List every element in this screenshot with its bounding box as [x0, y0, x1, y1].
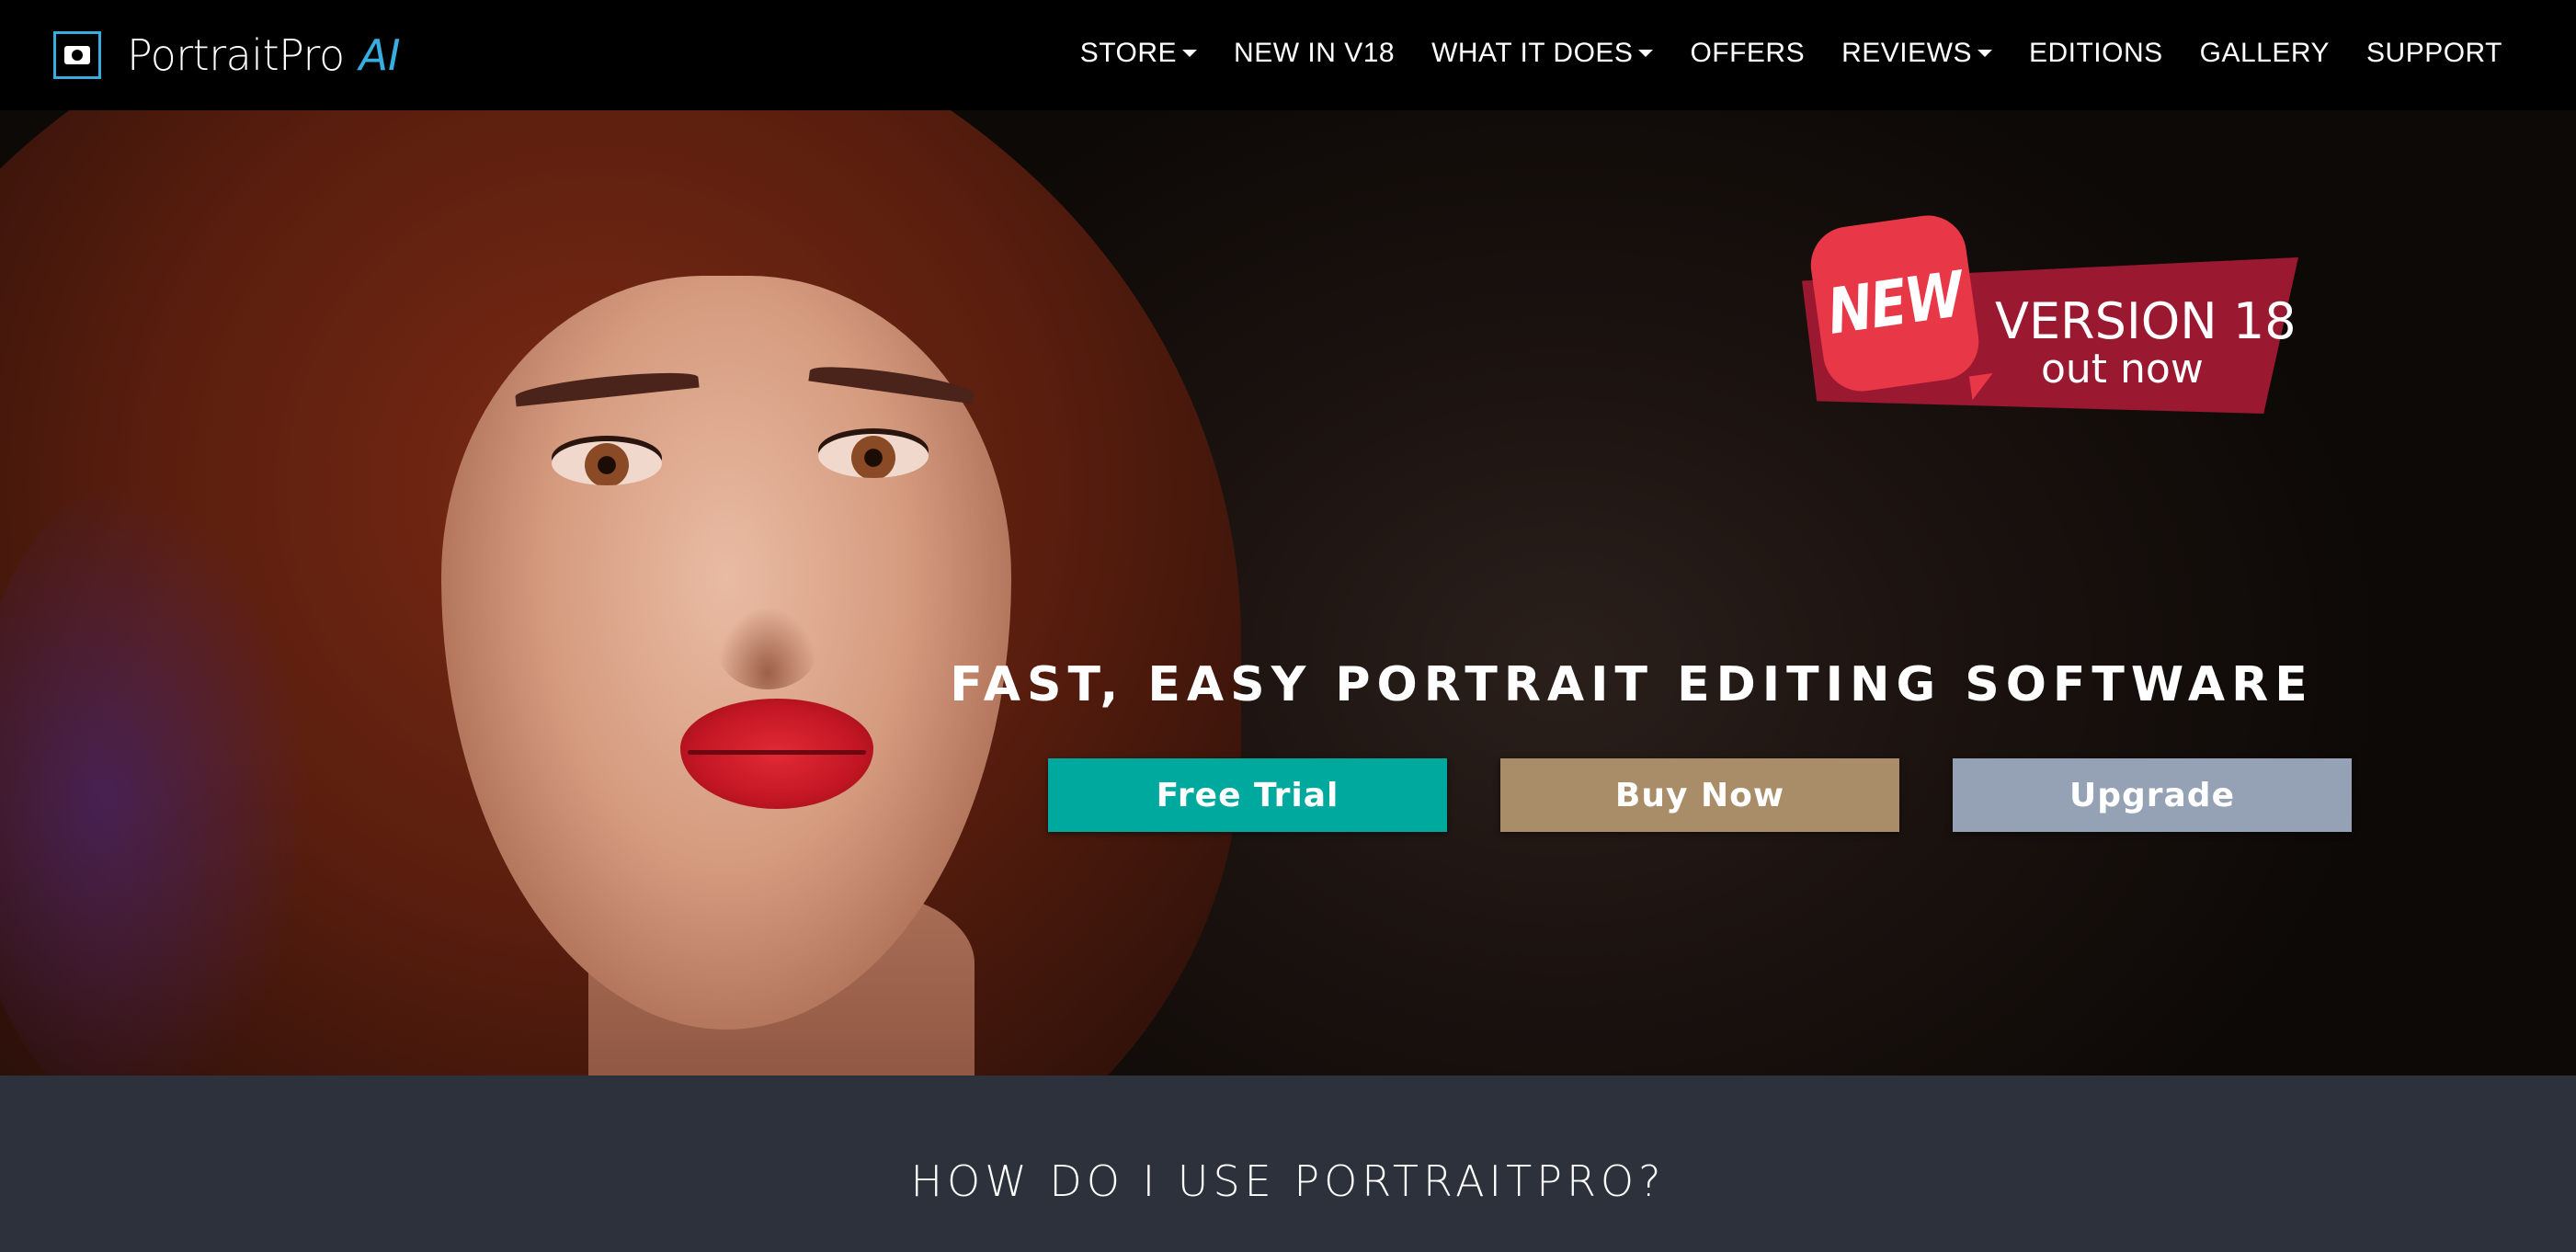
nav-support[interactable]: SUPPORT — [2366, 38, 2502, 69]
free-trial-button[interactable]: Free Trial — [1048, 758, 1447, 832]
hero-tagline-text: FAST, EASY PORTRAIT EDITING SOFTWARE — [950, 657, 2314, 712]
nav-new-in-v18-label: NEW IN V18 — [1234, 38, 1396, 68]
nav-what-it-does[interactable]: WHAT IT DOES — [1431, 38, 1654, 69]
nav-what-it-does-label: WHAT IT DOES — [1431, 38, 1634, 68]
camera-logo-icon — [50, 28, 105, 83]
nav-gallery-label: GALLERY — [2199, 38, 2331, 68]
hero-tagline: FAST, EASY PORTRAIT EDITING SOFTWARE — [919, 657, 2482, 712]
how-to-section: HOW DO I USE PORTRAITPRO? — [0, 1076, 2576, 1252]
site-header: PortraitPro AI STORE NEW IN V18 WHAT IT … — [0, 0, 2576, 110]
nav-gallery[interactable]: GALLERY — [2200, 38, 2330, 69]
logo-text: PortraitPro — [127, 30, 345, 80]
badge-new-text: NEW — [1822, 257, 1967, 349]
badge-version-text: VERSION 18 — [1995, 292, 2297, 350]
section-title: HOW DO I USE PORTRAITPRO? — [910, 1156, 1666, 1206]
caret-down-icon — [1638, 50, 1654, 57]
upgrade-button[interactable]: Upgrade — [1953, 758, 2352, 832]
nav-offers-label: OFFERS — [1690, 38, 1806, 68]
portraitpro-logo[interactable]: PortraitPro AI — [50, 24, 401, 86]
buy-now-button[interactable]: Buy Now — [1500, 758, 1899, 832]
hero-banner: NEW VERSION 18 out now FAST, EASY PORTRA… — [0, 110, 2576, 1076]
nav-store-label: STORE — [1079, 38, 1178, 68]
nav-editions[interactable]: EDITIONS — [2029, 38, 2163, 69]
new-version-badge[interactable]: NEW VERSION 18 out now — [1793, 211, 2308, 450]
main-nav: STORE NEW IN V18 WHAT IT DOES OFFERS REV… — [1080, 0, 2502, 107]
nav-support-label: SUPPORT — [2366, 38, 2502, 68]
nav-reviews[interactable]: REVIEWS — [1841, 38, 1992, 69]
caret-down-icon — [1977, 50, 1992, 57]
badge-out-now-text: out now — [2041, 346, 2204, 393]
speech-bubble-icon: NEW — [1806, 211, 1984, 396]
caret-down-icon — [1182, 50, 1198, 57]
logo-ai-text: AI — [359, 30, 401, 80]
nav-reviews-label: REVIEWS — [1841, 38, 1972, 68]
nav-store[interactable]: STORE — [1079, 38, 1198, 69]
nav-editions-label: EDITIONS — [2028, 38, 2163, 68]
nav-new-in-v18[interactable]: NEW IN V18 — [1234, 38, 1395, 69]
nav-offers[interactable]: OFFERS — [1690, 38, 1805, 69]
